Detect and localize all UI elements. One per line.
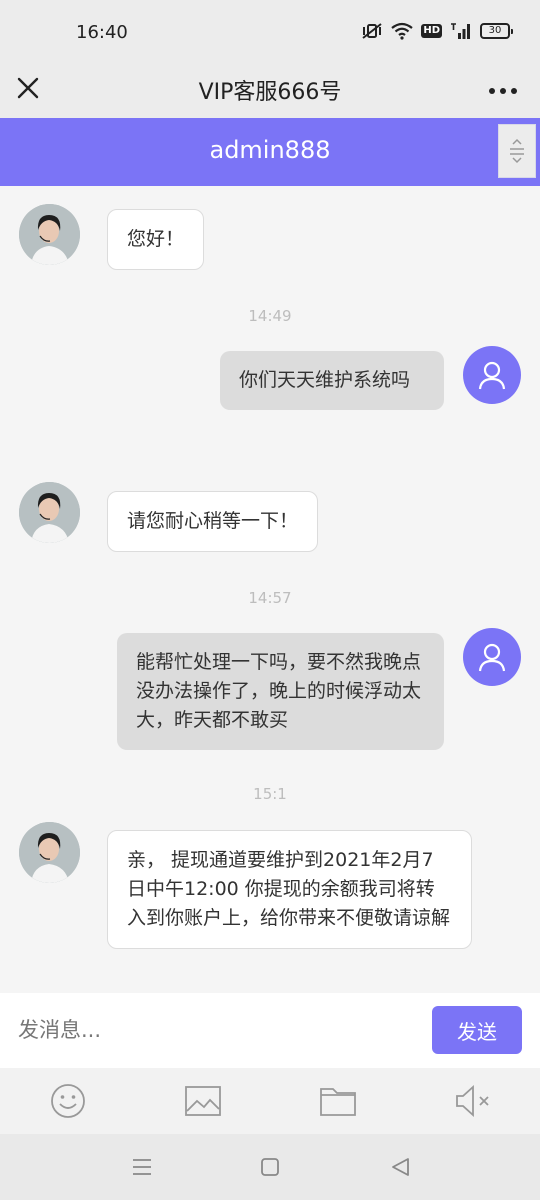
agent-avatar[interactable]: [19, 204, 80, 265]
battery-icon: 30: [480, 23, 513, 39]
agent-avatar[interactable]: [19, 822, 80, 883]
input-bar: 发送: [0, 993, 540, 1068]
image-icon: [185, 1086, 221, 1116]
scroll-toggle-button[interactable]: [498, 124, 536, 178]
message-timestamp: 14:49: [248, 307, 292, 325]
message-timestamp: 14:57: [248, 589, 292, 607]
agent-avatar[interactable]: [19, 482, 80, 543]
agent-avatar-image: [19, 482, 80, 543]
message-input[interactable]: [8, 1005, 418, 1055]
user-message-bubble: 能帮忙处理一下吗，要不然我晚点没办法操作了，晚上的时候浮动太大，昨天都不敢买: [117, 633, 444, 750]
file-button[interactable]: [318, 1083, 358, 1119]
signal-icon: [451, 23, 470, 39]
chat-header: admin888: [0, 118, 540, 186]
home-icon: [261, 1158, 279, 1176]
status-time: 16:40: [76, 22, 128, 43]
sort-icon: [510, 138, 524, 164]
send-button[interactable]: 发送: [432, 1006, 522, 1054]
system-nav-bar: [0, 1134, 540, 1200]
status-icons: HD 30: [361, 22, 513, 40]
agent-message-bubble: 请您耐心稍等一下！: [107, 491, 319, 552]
user-icon: [478, 643, 506, 672]
emoji-icon: [51, 1084, 85, 1118]
agent-avatar-image: [19, 822, 80, 883]
sound-mute-icon: [456, 1084, 489, 1118]
sound-toggle-button[interactable]: [453, 1083, 493, 1119]
user-icon: [478, 361, 506, 390]
folder-icon: [320, 1088, 356, 1116]
recent-apps-button[interactable]: [130, 1156, 154, 1178]
agent-message-bubble: 亲， 提现通道要维护到2021年2月7日中午12:00 你提现的余额我司将转入到…: [107, 830, 472, 949]
back-button[interactable]: [388, 1156, 412, 1178]
vibrate-mute-icon: [362, 23, 382, 39]
user-message-bubble: 你们天天维护系统吗: [220, 351, 444, 410]
menu-icon: [133, 1159, 151, 1175]
home-button[interactable]: [258, 1156, 282, 1178]
title-bar: VIP客服666号: [0, 62, 540, 118]
message-list[interactable]: 您好！ 14:49 你们天天维护系统吗 请您耐心稍等一下！ 14:57 能帮忙处…: [0, 186, 540, 993]
agent-avatar-image: [19, 204, 80, 265]
more-button[interactable]: [488, 82, 518, 94]
more-icon: [489, 88, 517, 94]
page-title: VIP客服666号: [198, 80, 342, 105]
back-icon: [392, 1158, 409, 1176]
wifi-icon: [391, 22, 414, 40]
tool-bar: [0, 1068, 540, 1134]
image-button[interactable]: [183, 1083, 223, 1119]
message-timestamp: 15:1: [253, 785, 287, 803]
hd-icon: HD: [421, 24, 442, 38]
agent-message-bubble: 您好！: [107, 209, 205, 270]
chat-header-title: admin888: [209, 136, 331, 164]
user-avatar[interactable]: [463, 628, 521, 686]
emoji-button[interactable]: [48, 1083, 88, 1119]
user-avatar[interactable]: [463, 346, 521, 404]
status-bar: 16:40 HD 30: [0, 0, 540, 62]
